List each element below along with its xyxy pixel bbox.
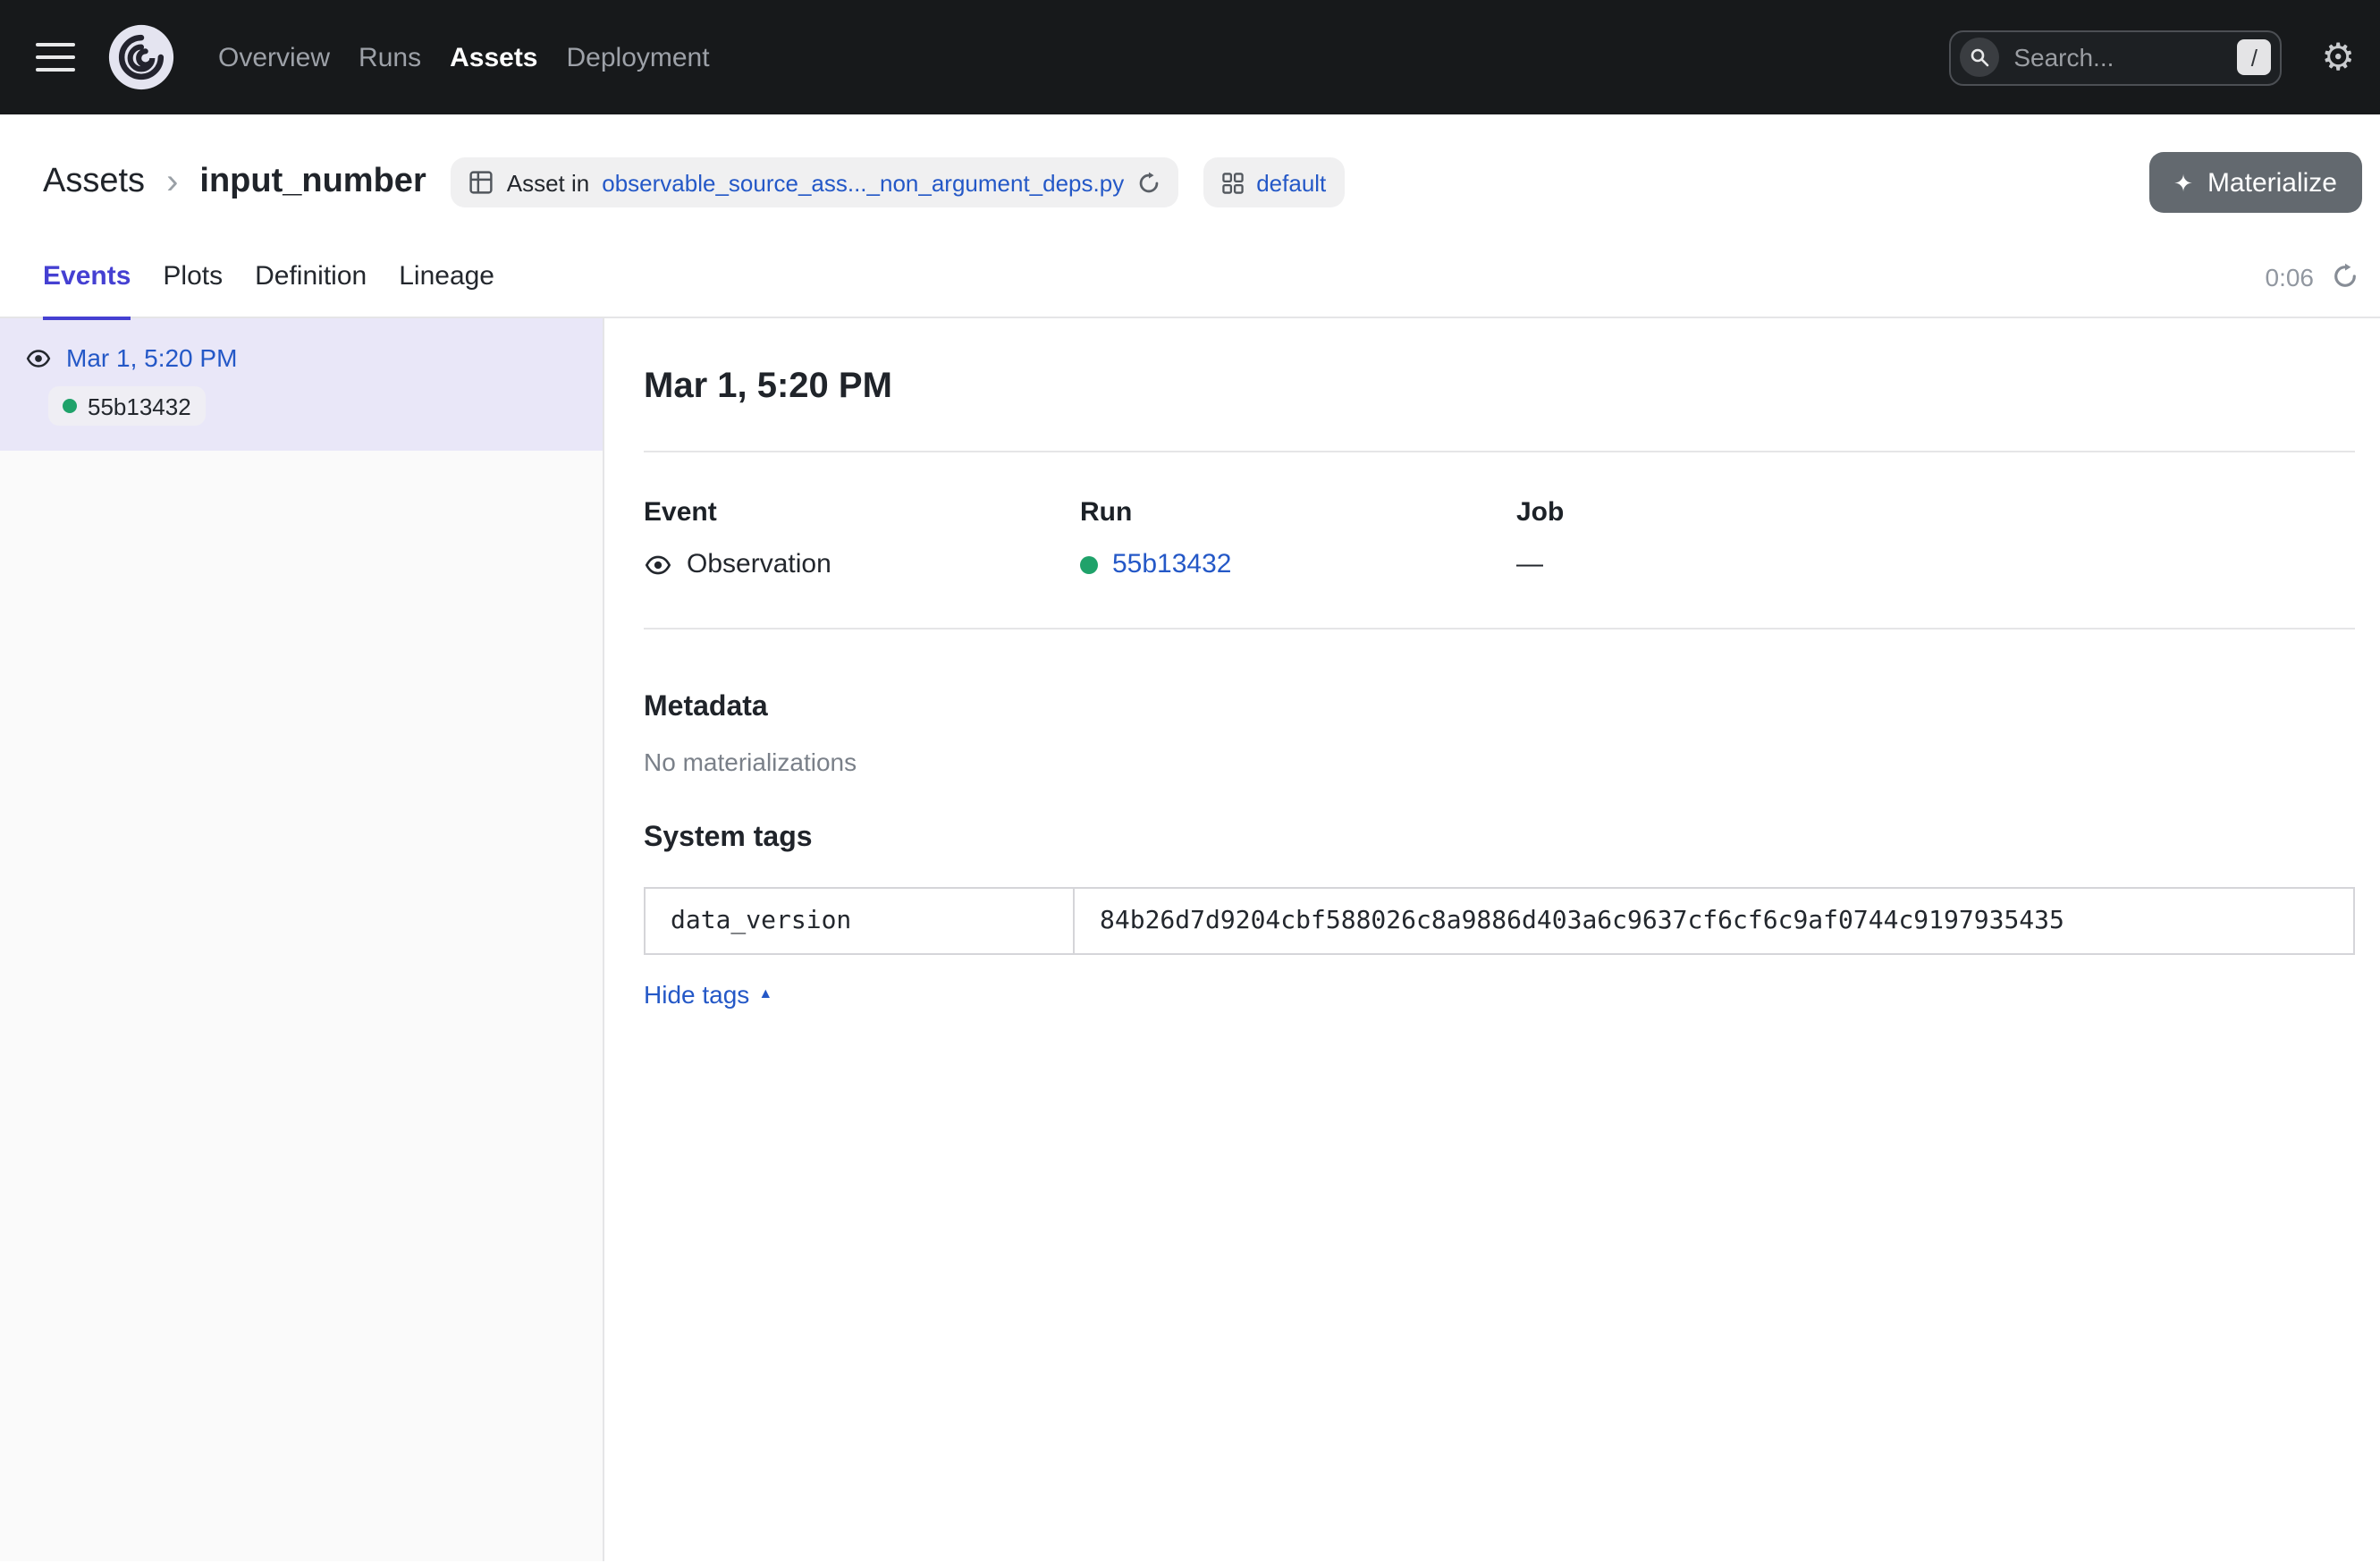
materialize-label: Materialize bbox=[2207, 167, 2337, 198]
chevron-right-icon: › bbox=[166, 165, 178, 200]
event-detail-title: Mar 1, 5:20 PM bbox=[644, 361, 2355, 411]
table-row: data_version 84b26d7d9204cbf588026c8a988… bbox=[645, 888, 2354, 954]
search-shortcut-key: / bbox=[2237, 39, 2271, 75]
sparkle-icon: ✦ bbox=[2173, 171, 2193, 194]
event-list-sidebar: Mar 1, 5:20 PM 55b13432 bbox=[0, 318, 604, 1561]
refresh-timer: 0:06 bbox=[2266, 262, 2315, 291]
nav-item-runs[interactable]: Runs bbox=[359, 42, 421, 72]
hamburger-menu-button[interactable] bbox=[36, 43, 75, 72]
tab-plots[interactable]: Plots bbox=[163, 235, 223, 317]
run-column-label: Run bbox=[1080, 495, 1516, 531]
divider bbox=[644, 628, 2355, 629]
divider bbox=[644, 451, 2355, 452]
run-id-link[interactable]: 55b13432 bbox=[1112, 547, 1232, 583]
event-list-item[interactable]: Mar 1, 5:20 PM 55b13432 bbox=[0, 318, 603, 451]
observation-eye-icon bbox=[644, 551, 672, 579]
nav-item-assets[interactable]: Assets bbox=[450, 42, 537, 72]
event-summary-columns: Event Observation Run 55b13432 bbox=[644, 495, 2355, 583]
search-placeholder: Search... bbox=[2013, 43, 2223, 72]
tag-key-cell: data_version bbox=[645, 888, 1074, 954]
job-column: Job — bbox=[1516, 495, 1953, 583]
run-id-tag: 55b13432 bbox=[48, 386, 206, 426]
group-pill: default bbox=[1203, 157, 1344, 207]
search-input[interactable]: Search... / bbox=[1949, 30, 2282, 85]
page-header: Assets › input_number Asset in observabl… bbox=[0, 114, 2380, 318]
event-detail-panel: Mar 1, 5:20 PM Event Observation Run bbox=[604, 318, 2380, 1561]
job-empty-value: — bbox=[1516, 547, 1543, 583]
materialize-button[interactable]: ✦ Materialize bbox=[2148, 152, 2362, 213]
nav-item-deployment[interactable]: Deployment bbox=[567, 42, 710, 72]
job-column-label: Job bbox=[1516, 495, 1953, 531]
observation-eye-icon bbox=[25, 344, 52, 371]
event-date-link: Mar 1, 5:20 PM bbox=[66, 343, 237, 372]
asset-pill-prefix: Asset in bbox=[507, 169, 590, 196]
tag-value-cell: 84b26d7d9204cbf588026c8a9886d403a6c9637c… bbox=[1074, 888, 2354, 954]
system-tags-table: data_version 84b26d7d9204cbf588026c8a988… bbox=[644, 887, 2355, 955]
event-type-value: Observation bbox=[687, 547, 831, 583]
run-status-dot bbox=[63, 399, 77, 413]
page-title: input_number bbox=[199, 163, 426, 202]
run-status-dot bbox=[1080, 556, 1098, 574]
event-column: Event Observation bbox=[644, 495, 1080, 583]
group-default-link[interactable]: default bbox=[1256, 169, 1326, 196]
hide-tags-link[interactable]: Hide tags ▲ bbox=[644, 980, 772, 1009]
asset-grid-icon bbox=[469, 170, 494, 195]
run-column: Run 55b13432 bbox=[1080, 495, 1516, 583]
metadata-heading: Metadata bbox=[644, 689, 2355, 728]
top-nav: Overview Runs Assets Deployment Search..… bbox=[0, 0, 2380, 114]
tab-definition[interactable]: Definition bbox=[255, 235, 367, 317]
breadcrumb-assets-link[interactable]: Assets bbox=[43, 163, 145, 202]
hide-tags-label: Hide tags bbox=[644, 980, 749, 1009]
dagster-logo[interactable] bbox=[107, 23, 175, 91]
asset-definition-pill: Asset in observable_source_ass..._non_ar… bbox=[452, 157, 1177, 207]
reload-definition-icon[interactable] bbox=[1136, 171, 1160, 194]
nav-item-overview[interactable]: Overview bbox=[218, 42, 330, 72]
search-icon bbox=[1960, 38, 1999, 77]
page-body: Mar 1, 5:20 PM 55b13432 Mar 1, 5:20 PM E… bbox=[0, 318, 2380, 1561]
refresh-icon[interactable] bbox=[2332, 263, 2359, 290]
primary-nav: Overview Runs Assets Deployment bbox=[218, 42, 710, 72]
app: Overview Runs Assets Deployment Search..… bbox=[0, 0, 2380, 1563]
tab-bar: Events Plots Definition Lineage 0:06 bbox=[0, 236, 2380, 318]
tab-lineage[interactable]: Lineage bbox=[399, 235, 494, 317]
group-icon bbox=[1220, 171, 1244, 194]
refresh-group: 0:06 bbox=[2266, 262, 2359, 291]
run-id-tag-label: 55b13432 bbox=[88, 393, 191, 419]
event-column-label: Event bbox=[644, 495, 1080, 531]
settings-gear-icon[interactable]: ⚙ bbox=[2321, 38, 2355, 76]
caret-up-icon: ▲ bbox=[758, 987, 772, 1001]
breadcrumb: Assets › input_number Asset in observabl… bbox=[0, 150, 2380, 215]
tab-events[interactable]: Events bbox=[43, 235, 131, 317]
asset-source-file-link[interactable]: observable_source_ass..._non_argument_de… bbox=[602, 169, 1124, 196]
metadata-empty-text: No materializations bbox=[644, 744, 2355, 780]
system-tags-heading: System tags bbox=[644, 819, 2355, 858]
nav-right-group: Search... / ⚙ bbox=[1949, 30, 2355, 85]
